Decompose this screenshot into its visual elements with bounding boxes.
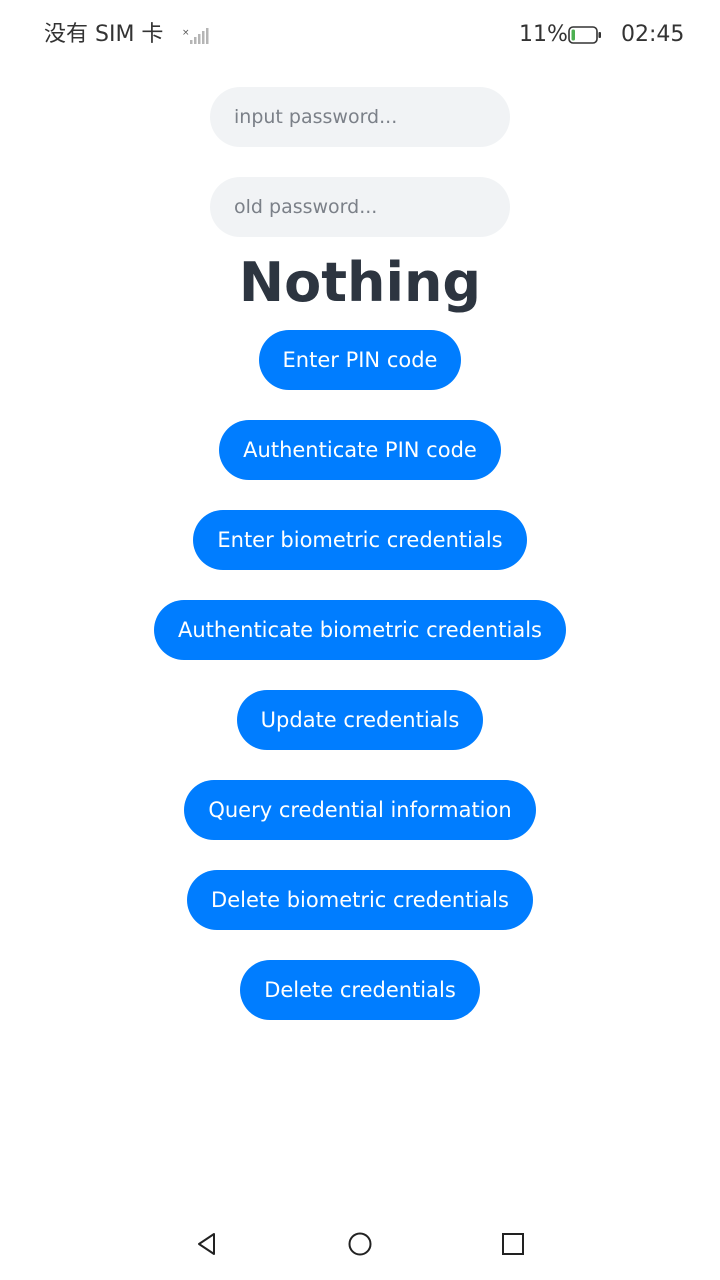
authenticate-pin-button[interactable]: Authenticate PIN code xyxy=(219,420,501,480)
update-credentials-button[interactable]: Update credentials xyxy=(236,690,484,750)
enter-biometric-button[interactable]: Enter biometric credentials xyxy=(193,510,527,570)
recent-apps-icon[interactable] xyxy=(499,1230,527,1258)
clock: 02:45 xyxy=(621,22,685,47)
svg-text:×: × xyxy=(182,28,190,38)
battery-percent: 11% xyxy=(519,22,568,47)
enter-pin-button[interactable]: Enter PIN code xyxy=(258,330,462,390)
delete-biometric-button[interactable]: Delete biometric credentials xyxy=(187,870,533,930)
delete-credentials-button[interactable]: Delete credentials xyxy=(240,960,480,1020)
signal-icon: × xyxy=(182,26,210,46)
back-icon[interactable] xyxy=(193,1230,221,1258)
password-input[interactable] xyxy=(210,87,510,147)
result-status-text: Nothing xyxy=(238,251,482,314)
carrier-text: 没有 SIM 卡 xyxy=(44,22,164,47)
battery-icon xyxy=(568,26,602,44)
old-password-input[interactable] xyxy=(210,177,510,237)
status-bar: 没有 SIM 卡 × 11% 02:45 xyxy=(0,0,720,72)
home-icon[interactable] xyxy=(346,1230,374,1258)
query-credential-info-button[interactable]: Query credential information xyxy=(184,780,536,840)
authenticate-biometric-button[interactable]: Authenticate biometric credentials xyxy=(154,600,566,660)
action-button-list: Enter PIN code Authenticate PIN code Ent… xyxy=(0,330,720,1050)
navigation-bar xyxy=(0,1208,720,1280)
app-screen: 没有 SIM 卡 × 11% 02:45 Nothing Enter xyxy=(0,0,720,1280)
